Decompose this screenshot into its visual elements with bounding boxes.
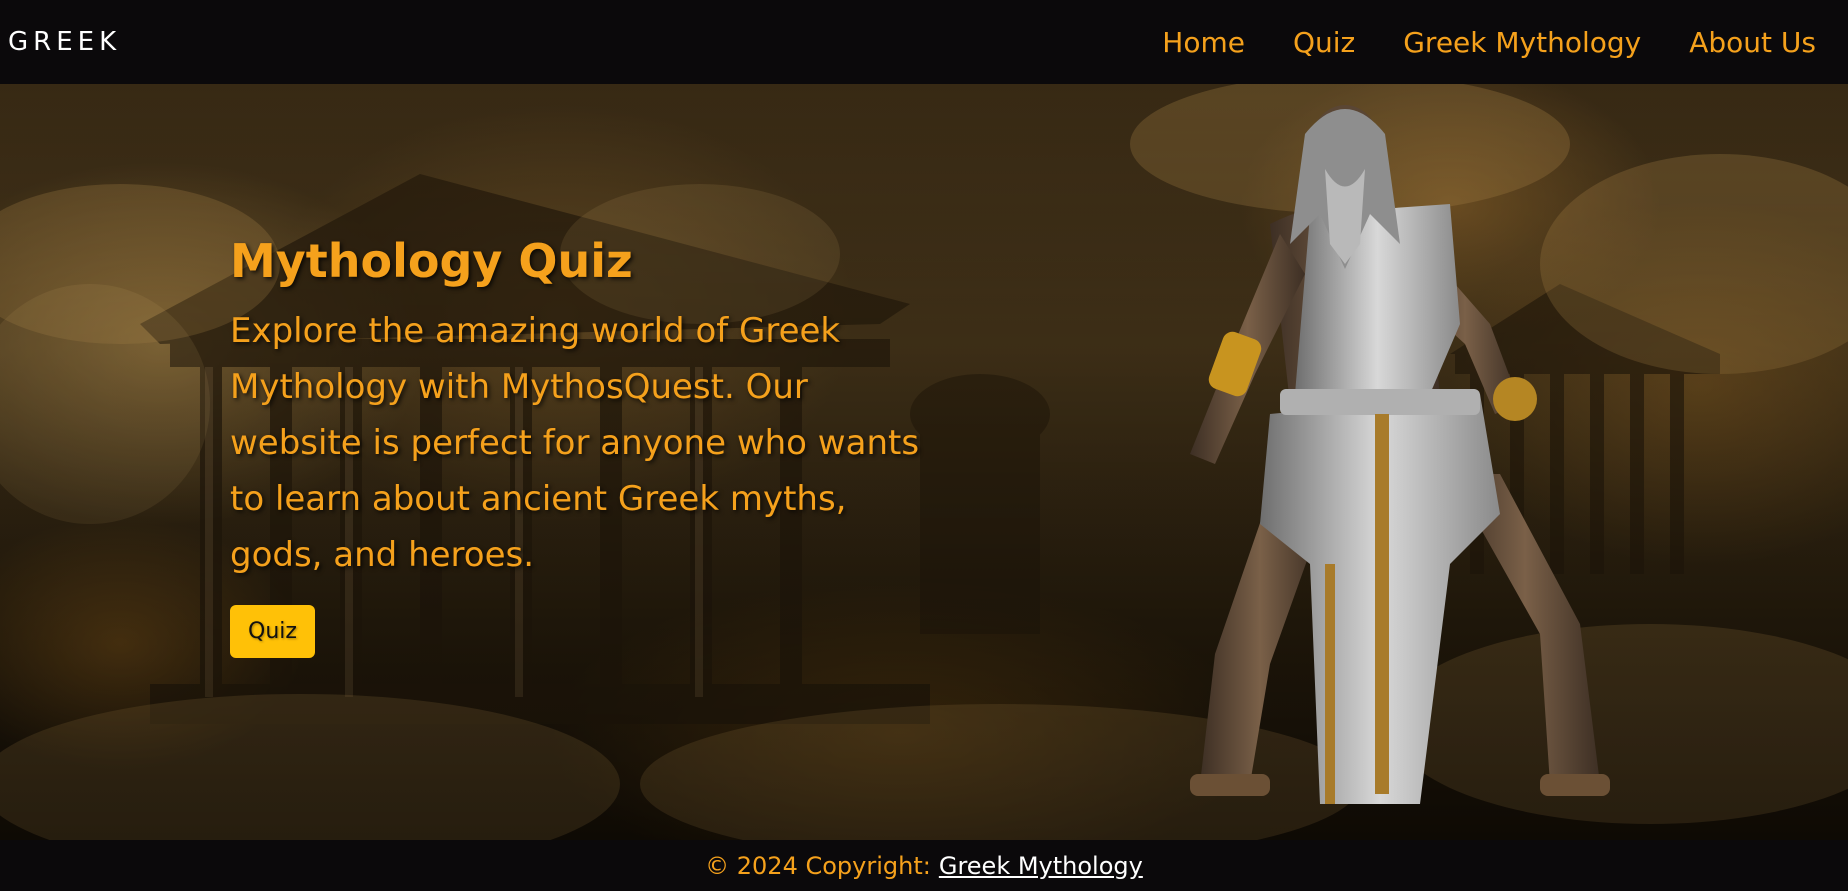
quiz-button[interactable]: Quiz: [230, 605, 315, 659]
hero-content: Mythology Quiz Explore the amazing world…: [230, 234, 930, 659]
footer: © 2024 Copyright: Greek Mythology: [0, 840, 1848, 891]
navbar: GREEK Home Quiz Greek Mythology About Us: [0, 0, 1848, 84]
hero-description: Explore the amazing world of Greek Mytho…: [230, 311, 920, 576]
hero-title: Mythology Quiz: [230, 234, 633, 288]
brand-logo[interactable]: GREEK: [8, 27, 121, 57]
nav-link-about-us[interactable]: About Us: [1689, 26, 1816, 59]
footer-copyright-text: © 2024 Copyright:: [705, 851, 931, 880]
footer-greek-mythology-link[interactable]: Greek Mythology: [939, 852, 1143, 880]
nav-link-quiz[interactable]: Quiz: [1293, 26, 1355, 59]
nav-link-home[interactable]: Home: [1162, 26, 1245, 59]
hero-section: Mythology Quiz Explore the amazing world…: [0, 84, 1848, 840]
zeus-figure-image: [1190, 105, 1610, 804]
nav-link-greek-mythology[interactable]: Greek Mythology: [1403, 26, 1641, 59]
nav-links: Home Quiz Greek Mythology About Us: [1162, 26, 1840, 59]
